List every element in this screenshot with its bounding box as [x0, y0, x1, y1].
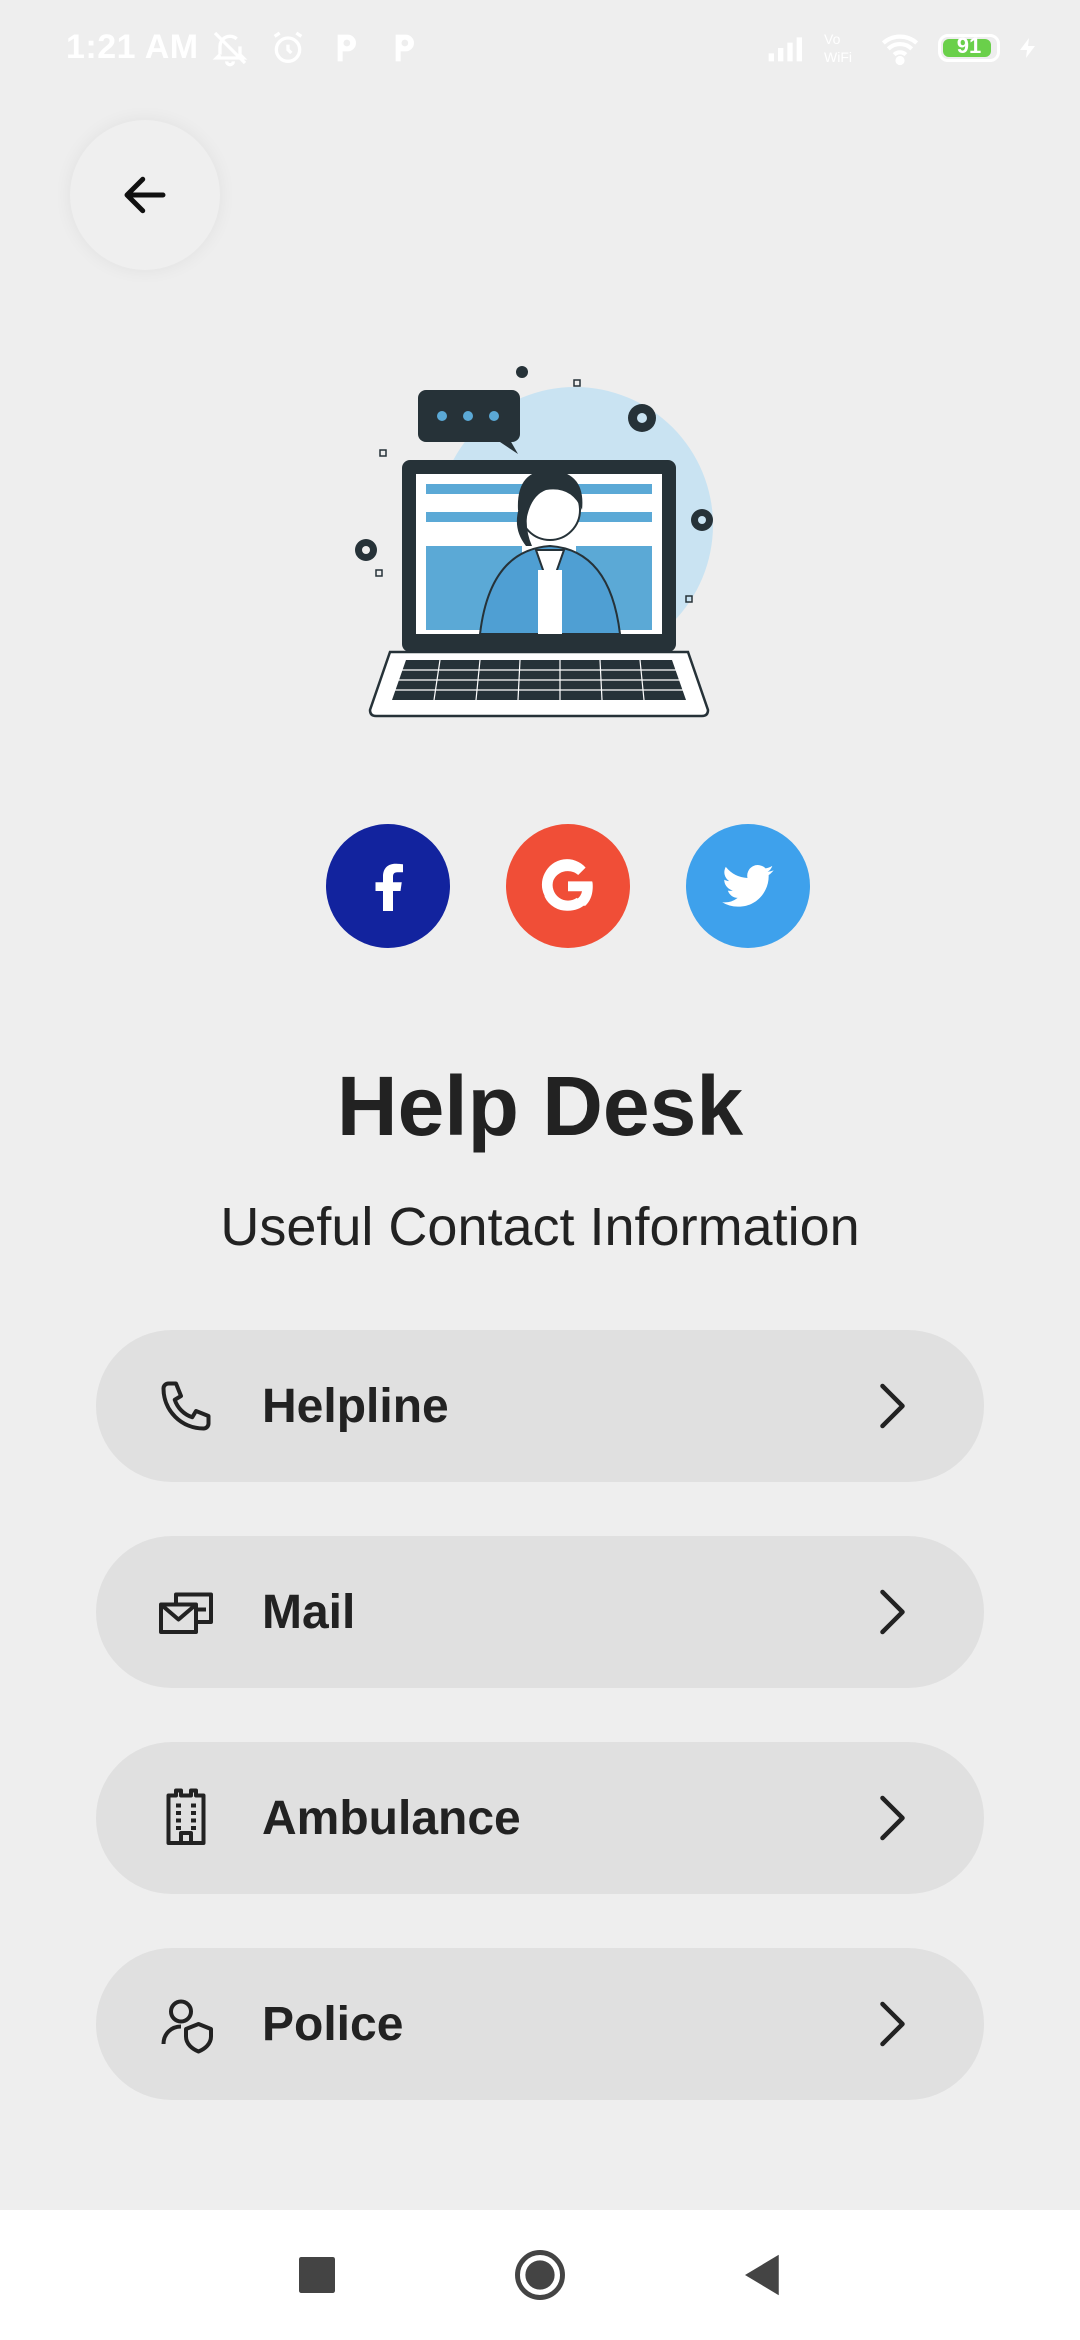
- status-notification-icons: [210, 28, 424, 68]
- chevron-right-icon: [880, 2001, 905, 2047]
- google-icon: [541, 859, 593, 911]
- status-bar: 1:21 AM Vo WiFi 91: [0, 0, 1080, 100]
- status-time: 1:21 AM: [66, 28, 199, 66]
- svg-text:Vo: Vo: [824, 31, 841, 47]
- arrow-left-icon: [124, 176, 166, 214]
- help-desk-illustration: [355, 366, 713, 718]
- battery-indicator: 91: [938, 33, 1000, 62]
- social-links: [326, 824, 810, 948]
- triangle-back-icon[interactable]: [736, 2248, 790, 2302]
- system-nav-bar: [0, 2210, 1080, 2340]
- menu-item-mail[interactable]: Mail: [96, 1536, 984, 1688]
- menu-item-ambulance[interactable]: Ambulance: [96, 1742, 984, 1894]
- menu-label: Police: [262, 1997, 404, 2051]
- mail-icon: [159, 1592, 213, 1634]
- circle-icon[interactable]: [513, 2248, 567, 2302]
- facebook-button[interactable]: [326, 824, 450, 948]
- charging-bolt-icon: [1020, 38, 1035, 58]
- google-button[interactable]: [506, 824, 630, 948]
- phone-icon: [161, 1381, 211, 1431]
- svg-text:WiFi: WiFi: [824, 49, 852, 65]
- page-subtitle: Useful Contact Information: [220, 1197, 860, 1257]
- menu-item-helpline[interactable]: Helpline: [96, 1330, 984, 1482]
- battery-level-text: 91: [956, 33, 982, 58]
- menu-label: Ambulance: [262, 1791, 521, 1845]
- chevron-right-icon: [880, 1383, 905, 1429]
- square-icon[interactable]: [290, 2248, 344, 2302]
- menu-label: Mail: [262, 1585, 356, 1639]
- bell-off-icon: [212, 31, 248, 67]
- twitter-icon: [722, 865, 774, 907]
- status-right-icons: Vo WiFi 91: [766, 28, 1040, 68]
- menu-item-police[interactable]: Police: [96, 1948, 984, 2100]
- page-title: Help Desk: [336, 1059, 744, 1153]
- contact-menu: Helpline Mail Ambulance Police: [96, 1330, 984, 2154]
- twitter-button[interactable]: [686, 824, 810, 948]
- chevron-right-icon: [880, 1589, 905, 1635]
- wifi-icon: [881, 34, 919, 66]
- police-shield-user-icon: [161, 1999, 213, 2054]
- facebook-icon: [375, 863, 403, 911]
- menu-label: Helpline: [262, 1379, 449, 1433]
- p-app-icon: [337, 34, 356, 62]
- back-button[interactable]: [70, 120, 220, 270]
- hospital-building-icon: [166, 1788, 206, 1845]
- p-app-icon: [395, 34, 414, 62]
- vowifi-icon: Vo WiFi: [824, 31, 852, 65]
- alarm-icon: [273, 31, 303, 64]
- signal-icon: [768, 37, 802, 62]
- chevron-right-icon: [880, 1795, 905, 1841]
